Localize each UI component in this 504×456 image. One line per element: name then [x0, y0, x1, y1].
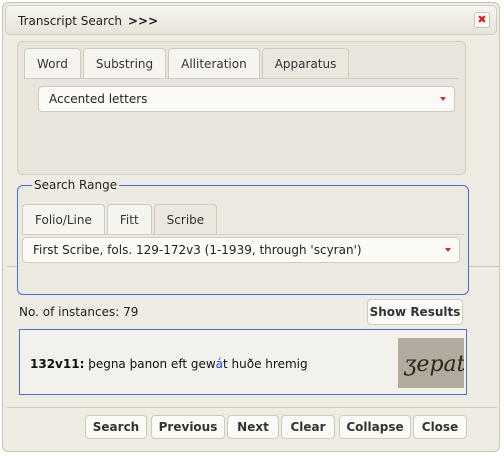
tab-scribe[interactable]: Scribe	[153, 204, 218, 234]
manuscript-word: ʒepat	[403, 352, 464, 377]
apparatus-select-value: Accented letters	[49, 92, 148, 106]
divider	[469, 266, 499, 267]
tab-fitt[interactable]: Fitt	[106, 204, 152, 234]
manuscript-word-image: ʒepat	[398, 338, 466, 388]
close-button[interactable]: Close	[413, 415, 467, 439]
previous-button[interactable]: Previous	[151, 415, 225, 439]
search-type-tabs: Word Substring Alliteration Apparatus	[24, 48, 459, 79]
apparatus-select[interactable]: Accented letters	[38, 86, 455, 112]
scribe-range-select[interactable]: First Scribe, fols. 129-172v3 (1-1939, t…	[22, 237, 460, 263]
chevron-down-icon	[440, 97, 446, 101]
divider	[7, 266, 17, 267]
search-range-fieldset: Search Range Folio/Line Fitt Scribe Firs…	[17, 178, 469, 295]
search-range-legend: Search Range	[32, 178, 120, 192]
results-panel: 132v11: þegna þanon eft gewát huðe hremi…	[19, 329, 467, 395]
tab-substring[interactable]: Substring	[82, 48, 167, 78]
tab-apparatus[interactable]: Apparatus	[261, 48, 350, 78]
dialog-title: Transcript Search	[18, 14, 122, 28]
search-type-panel: Word Substring Alliteration Apparatus Ac…	[17, 41, 466, 175]
instances-count: No. of instances: 79	[19, 305, 139, 319]
clear-button[interactable]: Clear	[281, 415, 335, 439]
search-range-tabs: Folio/Line Fitt Scribe	[22, 204, 464, 235]
dialog-titlebar[interactable]: Transcript Search >>> ✖	[5, 5, 497, 35]
result-folio: 132v11:	[30, 357, 85, 371]
manuscript-image: ʒepat	[398, 338, 466, 388]
tab-folio-line[interactable]: Folio/Line	[22, 204, 105, 234]
close-icon[interactable]: ✖	[474, 12, 490, 28]
tab-alliteration[interactable]: Alliteration	[168, 48, 260, 78]
show-results-button[interactable]: Show Results	[367, 299, 463, 325]
result-row[interactable]: 132v11: þegna þanon eft gewát huðe hremi…	[30, 357, 308, 371]
scribe-range-value: First Scribe, fols. 129-172v3 (1-1939, t…	[33, 243, 362, 257]
result-highlight: á	[215, 357, 224, 371]
expand-toggle[interactable]: >>>	[128, 14, 158, 28]
next-button[interactable]: Next	[227, 415, 279, 439]
chevron-down-icon	[445, 248, 451, 252]
collapse-button[interactable]: Collapse	[339, 415, 411, 439]
transcript-search-dialog: Transcript Search >>> ✖ Word Substring A…	[2, 2, 500, 452]
tab-word[interactable]: Word	[24, 48, 81, 78]
search-button[interactable]: Search	[85, 415, 147, 439]
result-text-before: þegna þanon eft gew	[88, 357, 216, 371]
result-text-after: t huðe hremig	[223, 357, 308, 371]
